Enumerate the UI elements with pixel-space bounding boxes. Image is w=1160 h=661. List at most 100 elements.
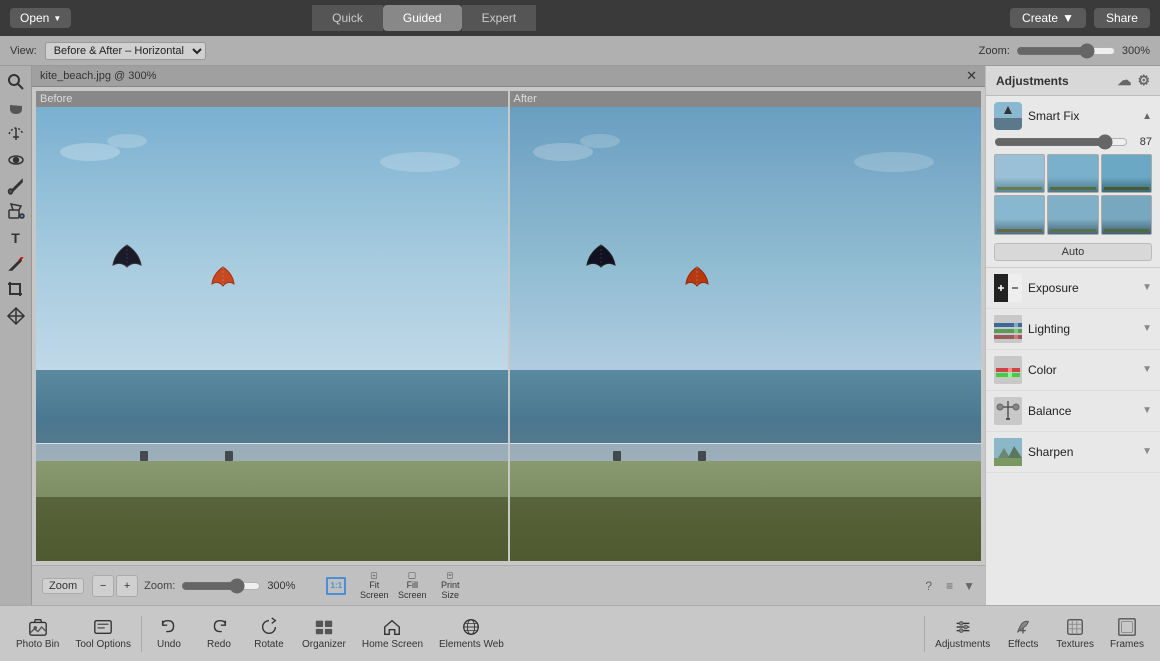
eye-tool-button[interactable] [4,148,28,172]
zoom-tool-button[interactable] [4,70,28,94]
home-screen-button[interactable]: Home Screen [354,617,431,650]
right-panel: Adjustments ☁ ⚙ Smart Fix [985,66,1160,605]
fit-screen-button[interactable]: Fit Screen [359,572,389,600]
zoom-slider[interactable] [1016,43,1116,59]
undo-label: Undo [157,639,181,650]
zoom-icons: − + [92,575,138,597]
auto-button[interactable]: Auto [994,243,1152,261]
smart-fix-slider-row: 87 [994,134,1152,150]
open-button[interactable]: Open ▼ [10,8,71,28]
photo-bin-button[interactable]: Photo Bin [8,617,67,650]
smart-fix-slider[interactable] [994,134,1128,150]
view-select[interactable]: Before & After – Horizontal [45,42,206,60]
sharpen-icon [994,438,1022,466]
balance-item[interactable]: Balance ▼ [986,391,1160,432]
fill-screen-button[interactable]: Fill Screen [397,572,427,600]
exposure-arrow: ▼ [1142,282,1152,293]
hand-tool-button[interactable] [4,96,28,120]
adjustments-tab-label: Adjustments [935,639,990,650]
effects-tab-button[interactable]: Effects [998,617,1048,650]
quick-select-button[interactable] [4,122,28,146]
before-panel: Before [36,91,508,561]
right-panel-header: Adjustments ☁ ⚙ [986,66,1160,96]
tab-expert[interactable]: Expert [462,5,537,31]
cloud-icon[interactable]: ☁ [1117,72,1131,89]
lighting-label: Lighting [1028,322,1136,336]
elements-web-button[interactable]: Elements Web [431,617,512,650]
undo-button[interactable]: Undo [144,617,194,650]
collapse-icon[interactable]: ▼ [963,579,975,593]
zoom-label: Zoom: [979,45,1010,57]
redo-button[interactable]: Redo [194,617,244,650]
panel-header-icons: ☁ ⚙ [1117,72,1150,89]
left-toolbar: T [0,66,32,605]
tool-options-button[interactable]: Tool Options [67,617,139,650]
close-canvas-button[interactable]: ✕ [966,68,977,84]
zoom-pct: 300% [267,580,297,592]
tab-guided[interactable]: Guided [383,5,462,31]
adjustments-title: Adjustments [996,74,1069,88]
bottom-right-tabs: Adjustments Effects Textures [922,616,1152,652]
list-icon[interactable]: ≡ [946,579,953,593]
before-after-container: Before [32,87,985,565]
frames-tab-icon [1117,617,1137,637]
separator-1 [141,616,142,652]
textures-tab-button[interactable]: Textures [1048,617,1102,650]
settings-icon[interactable]: ⚙ [1137,72,1150,89]
preview-thumb-6[interactable] [1101,195,1152,234]
frames-tab-button[interactable]: Frames [1102,617,1152,650]
smart-brush-button[interactable] [4,252,28,276]
lighting-icon [994,315,1022,343]
bottom-toolbar: Photo Bin Tool Options Undo Redo Rotate [0,605,1160,661]
color-item[interactable]: Color ▼ [986,350,1160,391]
create-button[interactable]: Create ▼ [1010,8,1086,28]
balance-icon [994,397,1022,425]
preview-grid [994,154,1152,235]
fit-screen-icon [363,572,385,579]
home-screen-label: Home Screen [362,639,423,650]
effects-tab-label: Effects [1008,639,1038,650]
print-size-icon [439,572,461,579]
frames-tab-label: Frames [1110,639,1144,650]
create-arrow-icon: ▼ [1062,11,1074,25]
smart-fix-section: Smart Fix ▲ 87 [986,96,1160,268]
color-icon [994,356,1022,384]
smart-fix-arrow[interactable]: ▲ [1142,111,1152,122]
preview-thumb-5[interactable] [1047,195,1098,234]
type-tool-button[interactable]: T [4,226,28,250]
adjustments-tab-button[interactable]: Adjustments [927,617,998,650]
sharpen-item[interactable]: Sharpen ▼ [986,432,1160,473]
tab-quick[interactable]: Quick [312,5,383,31]
fill-screen-icon [401,572,423,579]
print-size-button[interactable]: Print Size [435,572,465,600]
canvas-header: kite_beach.jpg @ 300% ✕ [32,66,985,87]
preview-thumb-4[interactable] [994,195,1045,234]
after-label: After [510,91,982,107]
zoom-in-button[interactable]: + [116,575,138,597]
zoom-out-button[interactable]: − [92,575,114,597]
preview-thumb-3[interactable] [1101,154,1152,193]
balance-arrow: ▼ [1142,405,1152,416]
preview-thumb-2[interactable] [1047,154,1098,193]
view-1to1-button[interactable]: 1:1 [321,572,351,600]
after-scene [510,107,982,561]
paint-bucket-button[interactable] [4,200,28,224]
zoom-slider-bottom[interactable] [181,578,261,594]
move-tool-button[interactable] [4,304,28,328]
textures-tab-label: Textures [1056,639,1094,650]
smart-fix-label: Smart Fix [1028,109,1136,123]
share-button[interactable]: Share [1094,8,1150,28]
preview-thumb-1[interactable] [994,154,1045,193]
crop-tool-button[interactable] [4,278,28,302]
after-panel: After [510,91,982,561]
rotate-button[interactable]: Rotate [244,617,294,650]
print-size-label: Print Size [435,580,465,600]
after-image [510,107,982,561]
help-icon[interactable]: ? [925,579,932,593]
lighting-item[interactable]: Lighting ▼ [986,309,1160,350]
top-bar: Open ▼ Quick Guided Expert Create ▼ Shar… [0,0,1160,36]
organizer-button[interactable]: Organizer [294,617,354,650]
brush-tool-button[interactable] [4,174,28,198]
tool-options-icon [93,617,113,637]
exposure-item[interactable]: Exposure ▼ [986,268,1160,309]
